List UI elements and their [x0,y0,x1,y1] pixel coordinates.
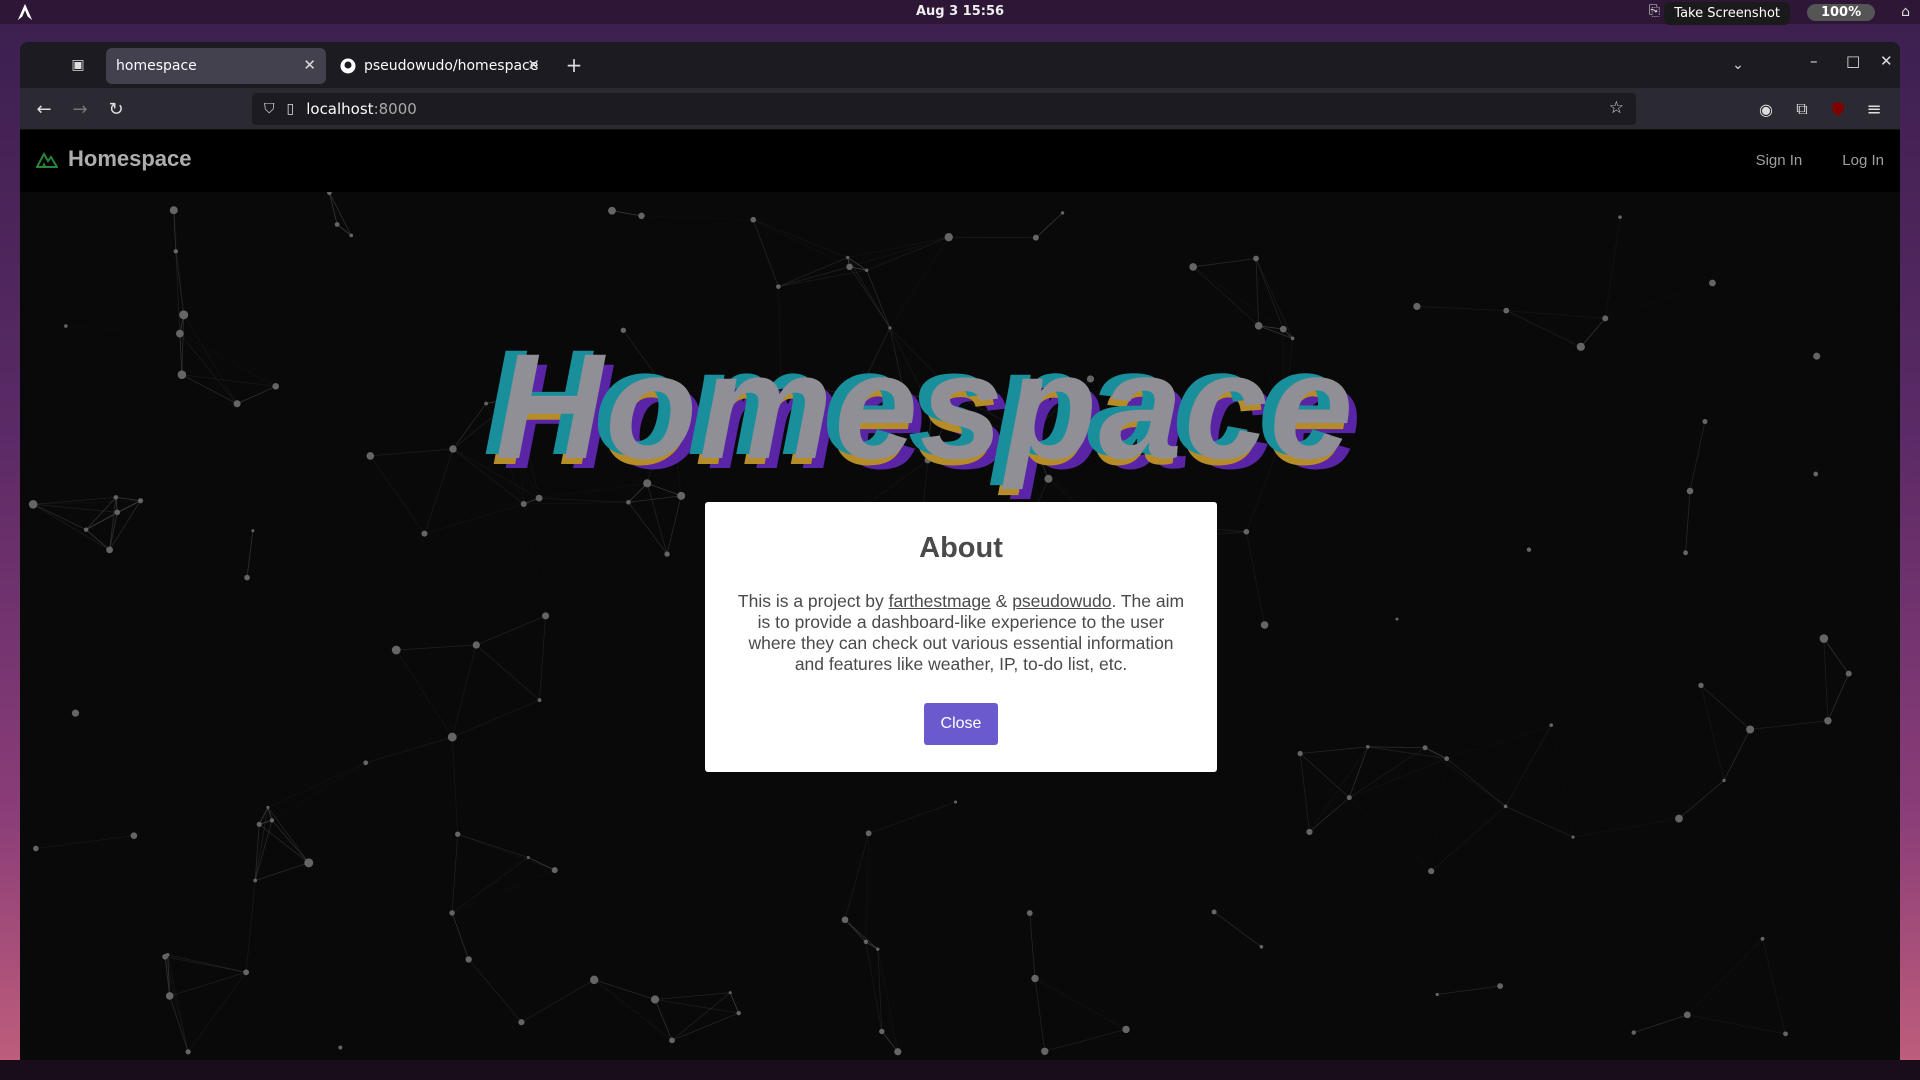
back-icon[interactable]: ← [32,97,56,121]
forward-icon[interactable]: → [68,97,92,121]
tab-label: homespace [116,58,197,74]
desktop-bottom-strip [0,1060,1920,1080]
shield-icon[interactable]: ⛉ [264,101,275,117]
web-page: Homespace Sign In Log In Homespace About… [20,130,1900,1060]
close-tab-icon[interactable]: ✕ [527,56,540,74]
system-clock[interactable]: Aug 3 15:56 [0,4,1920,19]
extensions-icon[interactable]: ⧉ [1790,97,1814,121]
farthestmage-link[interactable]: farthestmage [889,591,991,611]
close-button[interactable]: Close [923,703,999,745]
bookmark-star-icon[interactable]: ☆ [1609,98,1624,118]
tab-label: pseudowudo/homespace [364,58,539,74]
modal-body: This is a project by farthestmage & pseu… [733,591,1189,675]
address-bar[interactable]: ⛉ ▯ localhost:8000 ☆ [252,93,1636,125]
modal-text: & [990,591,1013,611]
pseudowudo-link[interactable]: pseudowudo [1012,591,1111,611]
modal-title: About [919,532,1003,564]
close-tab-icon[interactable]: ✕ [303,56,316,74]
screenshot-tooltip: Take Screenshot [1664,2,1790,25]
firefox-view-icon[interactable]: ▣ [66,53,90,77]
tab-github[interactable]: pseudowudo/homespace ✕ [330,48,550,84]
browser-window: ▣ homespace ✕ pseudowudo/homespace ✕ + ⌄… [20,42,1900,1060]
page-icon: ▯ [286,101,295,117]
chevron-down-icon[interactable]: ⌄ [1726,53,1750,77]
tab-homespace[interactable]: homespace ✕ [106,48,326,84]
minimize-icon[interactable]: – [1810,52,1818,70]
maximize-icon[interactable]: □ [1846,52,1860,70]
modal-text: This is a project by [737,591,889,611]
close-window-icon[interactable]: ✕ [1880,52,1893,70]
url-port: :8000 [373,100,417,118]
new-tab-icon[interactable]: + [562,53,586,77]
about-modal: About This is a project by farthestmage … [705,502,1217,772]
ublock-icon[interactable] [1826,97,1850,121]
menu-icon[interactable]: ≡ [1862,97,1886,121]
tab-bar: ▣ homespace ✕ pseudowudo/homespace ✕ + ⌄… [20,42,1900,88]
reload-icon[interactable]: ↻ [104,97,128,121]
battery-indicator[interactable]: 100% [1806,3,1876,21]
url-host: localhost [306,100,374,118]
home-icon[interactable]: ⌂ [1901,4,1910,20]
navigation-toolbar: ← → ↻ ⛉ ▯ localhost:8000 ☆ ◉ ⧉ ≡ [20,88,1900,130]
system-top-bar: Aug 3 15:56 Take Screenshot ⎘ 100% ⌂ [0,0,1920,25]
account-icon[interactable]: ◉ [1754,97,1778,121]
screenshot-icon[interactable]: ⎘ [1649,3,1660,19]
github-icon [340,58,356,74]
